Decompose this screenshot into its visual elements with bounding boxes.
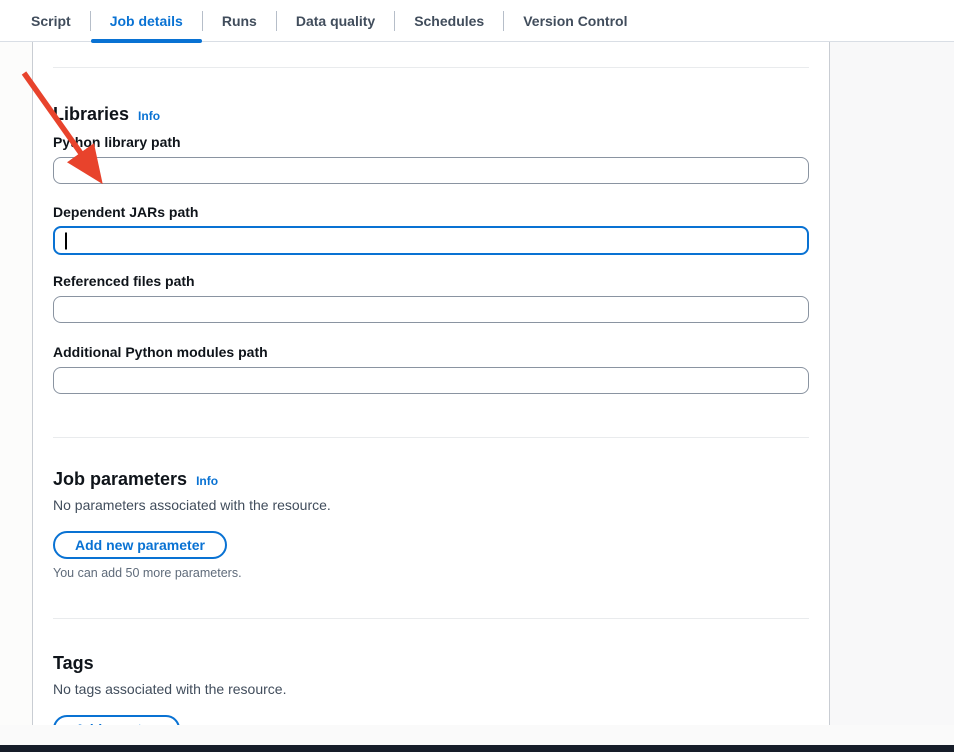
additional-python-modules-path-input[interactable] [53, 367, 809, 394]
tab-version-control[interactable]: Version Control [504, 0, 646, 41]
text-cursor [65, 232, 67, 249]
tab-runs[interactable]: Runs [203, 0, 276, 41]
section-divider [53, 67, 809, 68]
left-gutter [0, 42, 32, 725]
add-new-tag-button[interactable]: Add new tag [53, 715, 180, 725]
libraries-info-link[interactable]: Info [138, 109, 160, 123]
tags-section: Tags No tags associated with the resourc… [53, 653, 809, 725]
tab-job-details[interactable]: Job details [91, 0, 202, 41]
python-library-path-input[interactable] [53, 157, 809, 184]
add-new-parameter-button[interactable]: Add new parameter [53, 531, 227, 559]
footer-dark-bar [0, 745, 954, 752]
section-divider [53, 437, 809, 438]
additional-python-modules-path-label: Additional Python modules path [53, 344, 809, 360]
referenced-files-path-label: Referenced files path [53, 273, 809, 289]
dependent-jars-path-label: Dependent JARs path [53, 204, 809, 220]
section-divider [53, 618, 809, 619]
python-library-path-label: Python library path [53, 134, 809, 150]
tab-script[interactable]: Script [12, 0, 90, 41]
job-parameters-info-link[interactable]: Info [196, 474, 218, 488]
tags-empty-text: No tags associated with the resource. [53, 681, 809, 697]
job-parameters-heading: Job parameters [53, 469, 187, 490]
job-parameters-section: Job parameters Info No parameters associ… [53, 469, 809, 580]
tab-data-quality[interactable]: Data quality [277, 0, 394, 41]
libraries-heading: Libraries [53, 104, 129, 125]
job-details-panel: Libraries Info Python library path Depen… [32, 42, 830, 725]
tab-bar: Script Job details Runs Data quality Sch… [0, 0, 954, 42]
tags-heading: Tags [53, 653, 809, 674]
libraries-section: Libraries Info Python library path Depen… [53, 104, 809, 394]
main-region: Libraries Info Python library path Depen… [0, 42, 954, 725]
tab-schedules[interactable]: Schedules [395, 0, 503, 41]
job-parameters-hint-text: You can add 50 more parameters. [53, 566, 809, 580]
dependent-jars-path-input[interactable] [53, 226, 809, 255]
referenced-files-path-input[interactable] [53, 296, 809, 323]
job-parameters-empty-text: No parameters associated with the resour… [53, 497, 809, 513]
right-rail [830, 42, 954, 725]
footer-strip [0, 725, 954, 745]
